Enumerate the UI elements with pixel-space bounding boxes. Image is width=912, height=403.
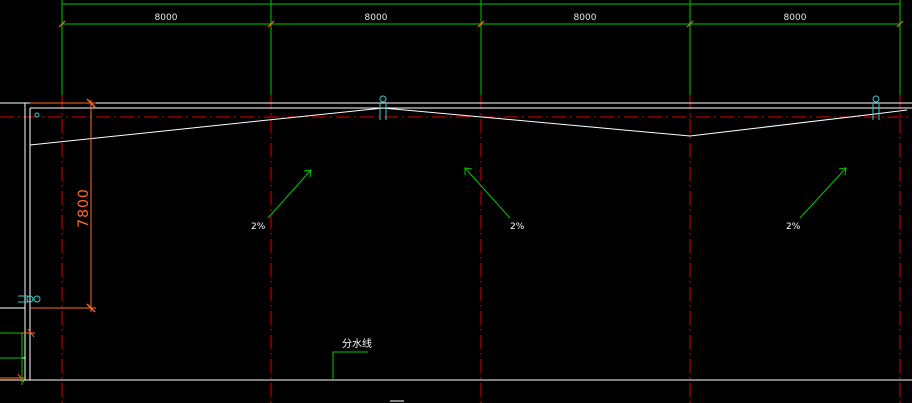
slope-label: 2% [251,222,266,232]
roof-drainage-drawing: 8000 8000 8000 8000 7800 2% 2% 2% 分水线 [0,0,912,403]
dimension-text: 8000 [784,13,807,23]
background [0,0,912,403]
ridge-label: 分水线 [342,337,372,350]
vertical-dimension-text: 7800 [76,188,92,228]
dimension-text: 8000 [365,13,388,23]
dimension-text: 8000 [574,13,597,23]
slope-label: 2% [510,222,525,232]
slope-label: 2% [786,222,801,232]
dimension-text: 8000 [155,13,178,23]
